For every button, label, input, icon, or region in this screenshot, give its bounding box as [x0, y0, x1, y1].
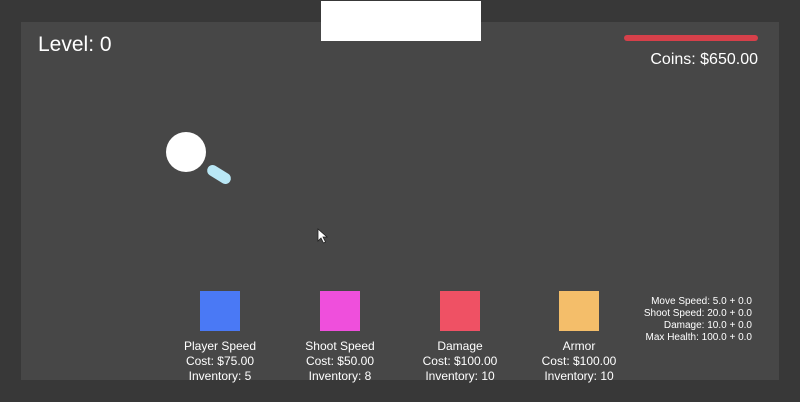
player-speed-swatch[interactable] — [200, 291, 240, 331]
item-inventory: Inventory: 10 — [425, 369, 495, 383]
move-speed-stat: Move Speed: 5.0 + 0.0 — [651, 296, 752, 307]
item-inventory: Inventory: 5 — [188, 369, 252, 383]
item-name: Damage — [437, 339, 483, 353]
damage-stat: Damage: 10.0 + 0.0 — [663, 320, 752, 331]
shop-item-armor[interactable]: Armor Cost: $100.00 Inventory: 10 — [519, 291, 639, 384]
player — [166, 132, 206, 172]
coins-label: Coins: $650.00 — [650, 51, 758, 68]
item-name: Player Speed — [183, 339, 257, 353]
shoot-speed-swatch[interactable] — [320, 291, 360, 331]
level-label: Level: 0 — [38, 33, 112, 56]
shop-item-shoot-speed[interactable]: Shoot Speed Cost: $50.00 Inventory: 8 — [280, 291, 400, 384]
damage-swatch[interactable] — [440, 291, 480, 331]
armor-swatch[interactable] — [559, 291, 599, 331]
health-bar — [624, 35, 758, 41]
shop-item-player-speed[interactable]: Player Speed Cost: $75.00 Inventory: 5 — [160, 291, 280, 384]
item-cost: Cost: $100.00 — [541, 354, 617, 368]
item-cost: Cost: $75.00 — [185, 354, 255, 368]
item-cost: Cost: $50.00 — [305, 354, 375, 368]
stats-panel: Move Speed: 5.0 + 0.0 Shoot Speed: 20.0 … — [644, 296, 752, 344]
item-name: Shoot Speed — [305, 339, 375, 353]
shoot-speed-stat: Shoot Speed: 20.0 + 0.0 — [643, 308, 752, 319]
shop-item-damage[interactable]: Damage Cost: $100.00 Inventory: 10 — [400, 291, 520, 384]
item-name: Armor — [562, 339, 596, 353]
max-health-stat: Max Health: 100.0 + 0.0 — [645, 332, 752, 343]
mouse-cursor-icon — [317, 228, 329, 244]
top-panel — [321, 1, 481, 41]
item-inventory: Inventory: 8 — [308, 369, 372, 383]
item-inventory: Inventory: 10 — [544, 369, 614, 383]
item-cost: Cost: $100.00 — [422, 354, 498, 368]
